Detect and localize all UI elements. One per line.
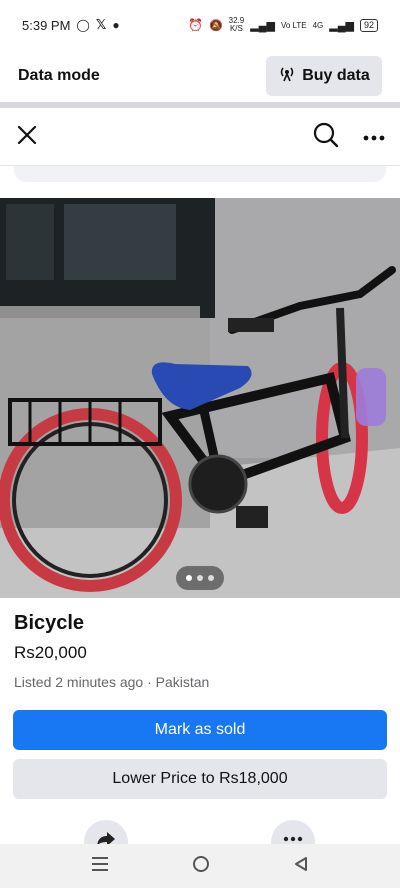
home-icon[interactable] xyxy=(191,854,211,879)
app-icon: ● xyxy=(112,18,120,32)
speed-indicator: 32.9 K/S xyxy=(228,16,245,33)
buy-data-button[interactable]: Buy data xyxy=(266,56,382,96)
carousel-indicator[interactable] xyxy=(176,566,224,590)
more-icon[interactable] xyxy=(362,129,386,147)
status-time: 5:39 PM xyxy=(22,17,71,33)
close-icon[interactable] xyxy=(14,122,40,153)
data-mode-bar: Data mode Buy data xyxy=(0,50,400,102)
network-label-b: 4G xyxy=(312,20,324,30)
lower-price-button[interactable]: Lower Price to Rs18,000 xyxy=(13,759,387,799)
alarm-icon: ⏰ xyxy=(187,18,203,32)
carousel-dot xyxy=(208,575,214,581)
signal-icon-2: ▂▄▆ xyxy=(329,19,354,32)
carousel-dot xyxy=(197,575,203,581)
search-pill xyxy=(14,166,386,182)
divider xyxy=(0,102,400,108)
search-icon[interactable] xyxy=(312,121,340,154)
listing-title: Bicycle xyxy=(14,612,85,634)
buy-data-label: Buy data xyxy=(302,67,370,84)
network-label-a: Vo LTE xyxy=(280,20,307,30)
carousel-dot xyxy=(186,575,192,581)
listing-meta: Listed 2 minutes ago · Pakistan xyxy=(14,674,210,690)
broadcast-icon xyxy=(278,65,296,88)
battery-icon: 92 xyxy=(359,18,378,32)
listing-header xyxy=(0,110,400,166)
x-icon: 𝕏 xyxy=(95,17,107,32)
listing-price: Rs20,000 xyxy=(14,643,87,662)
status-bar: 5:39 PM ◯ 𝕏 ● ⏰ 🔕 32.9 K/S ▂▄▆ Vo LTE 4G… xyxy=(0,0,400,50)
back-icon[interactable] xyxy=(292,855,310,878)
mute-icon: 🔕 xyxy=(208,19,223,32)
system-navigation-bar xyxy=(0,844,400,888)
data-mode-title: Data mode xyxy=(18,67,100,84)
whatsapp-icon: ◯ xyxy=(76,18,90,32)
signal-icon: ▂▄▆ xyxy=(250,19,275,32)
mark-as-sold-button[interactable]: Mark as sold xyxy=(13,710,387,750)
menu-icon[interactable] xyxy=(90,855,110,878)
bicycle-photo[interactable] xyxy=(0,198,400,598)
